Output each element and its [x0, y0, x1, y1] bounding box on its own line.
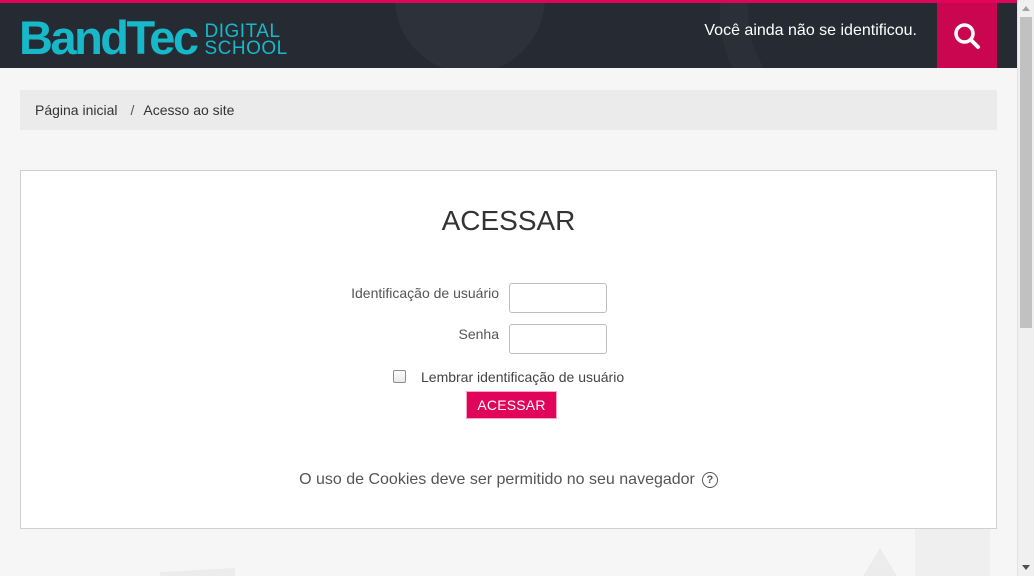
- username-input[interactable]: [509, 283, 607, 313]
- search-icon: [954, 22, 980, 49]
- cookies-notice-text: O uso de Cookies deve ser permitido no s…: [299, 471, 695, 488]
- logo-subtitle: DIGITAL SCHOOL: [204, 22, 288, 59]
- login-submit-button[interactable]: ACESSAR: [466, 391, 557, 419]
- username-label: Identificação de usuário: [351, 285, 499, 301]
- login-title: ACESSAR: [441, 205, 576, 236]
- page: BandTec DIGITAL SCHOOL Você ainda não se…: [0, 0, 1034, 576]
- page-scrollbar[interactable]: [1017, 0, 1034, 576]
- search-button[interactable]: [937, 3, 997, 68]
- background-decoration: [862, 548, 898, 576]
- scroll-down-arrow-icon[interactable]: [1018, 559, 1034, 576]
- scrollbar-thumb[interactable]: [1020, 17, 1032, 328]
- remember-username-option[interactable]: Lembrar identificação de usuário: [393, 369, 624, 385]
- scroll-up-arrow-icon[interactable]: [1018, 0, 1034, 17]
- navbar: BandTec DIGITAL SCHOOL Você ainda não se…: [0, 0, 1017, 68]
- password-input[interactable]: [509, 324, 607, 354]
- site-logo[interactable]: BandTec DIGITAL SCHOOL: [19, 10, 288, 64]
- password-label: Senha: [458, 326, 499, 342]
- login-card: ACESSAR Identificação de usuário Senha L…: [20, 170, 997, 529]
- logo-wordmark: BandTec: [19, 11, 199, 64]
- remember-username-checkbox[interactable]: [393, 369, 406, 383]
- login-status: Você ainda não se identificou.: [704, 22, 917, 39]
- cookies-notice: O uso de Cookies deve ser permitido no s…: [21, 471, 996, 489]
- help-icon[interactable]: ?: [701, 472, 718, 488]
- breadcrumb-home-link[interactable]: Página inicial: [35, 102, 118, 118]
- logo-subtitle-line2: SCHOOL: [204, 38, 288, 59]
- breadcrumb: Página inicial / Acesso ao site: [20, 90, 997, 130]
- remember-username-label[interactable]: Lembrar identificação de usuário: [421, 369, 624, 385]
- username-row: Identificação de usuário: [21, 283, 996, 313]
- header-decoration: [395, 3, 545, 68]
- breadcrumb-current: Acesso ao site: [143, 102, 235, 118]
- background-decoration: [159, 568, 236, 576]
- breadcrumb-separator: /: [130, 102, 135, 118]
- password-row: Senha: [21, 324, 996, 354]
